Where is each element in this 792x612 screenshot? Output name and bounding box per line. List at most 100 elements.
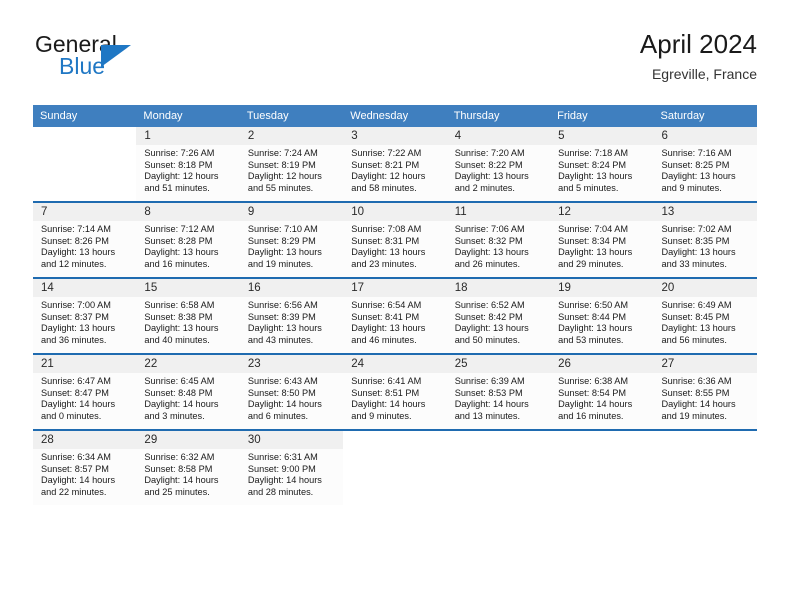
day-info-14: Sunrise: 7:00 AM Sunset: 8:37 PM Dayligh… — [33, 297, 137, 353]
page-header: General Blue April 2024 Egreville, Franc… — [35, 28, 757, 98]
daylight-text-line1: Daylight: 14 hours — [351, 399, 426, 410]
day-info-2: Sunrise: 7:24 AM Sunset: 8:19 PM Dayligh… — [239, 145, 344, 201]
calendar-page: General Blue April 2024 Egreville, Franc… — [0, 0, 792, 612]
daylight-text-line1: Daylight: 13 hours — [558, 323, 633, 334]
daylight-text-line1: Daylight: 14 hours — [144, 399, 219, 410]
day-number-5[interactable]: 5 — [550, 127, 654, 145]
week-3-daynum-row: 14 15 16 17 18 19 20 — [33, 279, 757, 297]
week-2-info-row: Sunrise: 7:14 AM Sunset: 8:26 PM Dayligh… — [33, 221, 757, 277]
day-number-25[interactable]: 25 — [446, 355, 551, 373]
daylight-text-line2: and 58 minutes. — [351, 182, 417, 193]
day-number-22[interactable]: 22 — [136, 355, 240, 373]
day-number-8[interactable]: 8 — [136, 203, 240, 221]
day-number-30[interactable]: 30 — [239, 431, 344, 449]
daylight-text-line1: Daylight: 13 hours — [144, 247, 219, 258]
daylight-text-line1: Daylight: 12 hours — [351, 171, 426, 182]
sunset-text: Sunset: 8:32 PM — [454, 235, 523, 246]
daylight-text-line2: and 25 minutes. — [144, 486, 210, 497]
day-info-9: Sunrise: 7:10 AM Sunset: 8:29 PM Dayligh… — [239, 221, 344, 277]
daylight-text-line2: and 13 minutes. — [454, 410, 521, 421]
day-number-29[interactable]: 29 — [136, 431, 240, 449]
day-info-12: Sunrise: 7:04 AM Sunset: 8:34 PM Dayligh… — [550, 221, 654, 277]
day-info-20: Sunrise: 6:49 AM Sunset: 8:45 PM Dayligh… — [653, 297, 757, 353]
day-number-20[interactable]: 20 — [653, 279, 757, 297]
day-number-14[interactable]: 14 — [33, 279, 137, 297]
day-number-26[interactable]: 26 — [550, 355, 654, 373]
daylight-text-line1: Daylight: 13 hours — [558, 247, 633, 258]
sunrise-text: Sunrise: 6:56 AM — [247, 300, 318, 310]
daylight-text-line2: and 26 minutes. — [454, 258, 521, 269]
day-number-21[interactable]: 21 — [33, 355, 137, 373]
sunrise-text: Sunrise: 7:18 AM — [558, 148, 629, 158]
day-info-28: Sunrise: 6:34 AM Sunset: 8:57 PM Dayligh… — [33, 449, 137, 505]
sunrise-text: Sunrise: 6:54 AM — [351, 300, 422, 310]
sunrise-text: Sunrise: 7:10 AM — [247, 224, 318, 234]
sunset-text: Sunset: 8:53 PM — [454, 387, 523, 398]
day-number-15[interactable]: 15 — [136, 279, 240, 297]
sunrise-text: Sunrise: 7:06 AM — [454, 224, 525, 234]
day-number-23[interactable]: 23 — [239, 355, 344, 373]
calendar-body: 1 2 3 4 5 6 Sunrise: 7:26 AM Sunset: 8:1… — [33, 127, 757, 505]
sunset-text: Sunset: 8:37 PM — [41, 311, 109, 322]
day-cell-empty — [550, 431, 654, 449]
sunset-text: Sunset: 9:00 PM — [247, 463, 316, 474]
day-info-empty — [550, 449, 654, 505]
day-info-4: Sunrise: 7:20 AM Sunset: 8:22 PM Dayligh… — [446, 145, 551, 201]
day-number-9[interactable]: 9 — [239, 203, 344, 221]
day-number-1[interactable]: 1 — [136, 127, 240, 145]
day-info-1: Sunrise: 7:26 AM Sunset: 8:18 PM Dayligh… — [136, 145, 240, 201]
day-number-13[interactable]: 13 — [653, 203, 757, 221]
day-info-26: Sunrise: 6:38 AM Sunset: 8:54 PM Dayligh… — [550, 373, 654, 429]
day-info-25: Sunrise: 6:39 AM Sunset: 8:53 PM Dayligh… — [446, 373, 551, 429]
day-number-28[interactable]: 28 — [33, 431, 137, 449]
day-number-12[interactable]: 12 — [550, 203, 654, 221]
day-info-16: Sunrise: 6:56 AM Sunset: 8:39 PM Dayligh… — [239, 297, 344, 353]
day-info-7: Sunrise: 7:14 AM Sunset: 8:26 PM Dayligh… — [33, 221, 137, 277]
day-number-3[interactable]: 3 — [343, 127, 447, 145]
day-number-19[interactable]: 19 — [550, 279, 654, 297]
week-3-info-row: Sunrise: 7:00 AM Sunset: 8:37 PM Dayligh… — [33, 297, 757, 353]
day-number-6[interactable]: 6 — [653, 127, 757, 145]
day-number-11[interactable]: 11 — [446, 203, 551, 221]
day-number-7[interactable]: 7 — [33, 203, 137, 221]
day-number-17[interactable]: 17 — [343, 279, 447, 297]
day-number-16[interactable]: 16 — [239, 279, 344, 297]
day-number-4[interactable]: 4 — [446, 127, 551, 145]
sunrise-text: Sunrise: 6:47 AM — [41, 376, 111, 386]
daylight-text-line2: and 16 minutes. — [144, 258, 210, 269]
day-number-27[interactable]: 27 — [653, 355, 757, 373]
weekday-header-wednesday: Wednesday — [343, 105, 447, 127]
sunset-text: Sunset: 8:57 PM — [41, 463, 109, 474]
daylight-text-line2: and 22 minutes. — [41, 486, 107, 497]
day-info-13: Sunrise: 7:02 AM Sunset: 8:35 PM Dayligh… — [653, 221, 757, 277]
sunset-text: Sunset: 8:45 PM — [661, 311, 730, 322]
sunset-text: Sunset: 8:51 PM — [351, 387, 420, 398]
sunset-text: Sunset: 8:21 PM — [351, 159, 420, 170]
sunset-text: Sunset: 8:54 PM — [558, 387, 627, 398]
sunrise-text: Sunrise: 6:43 AM — [247, 376, 318, 386]
daylight-text-line1: Daylight: 13 hours — [661, 323, 736, 334]
sunset-text: Sunset: 8:41 PM — [351, 311, 420, 322]
day-number-24[interactable]: 24 — [343, 355, 447, 373]
daylight-text-line1: Daylight: 13 hours — [41, 323, 116, 334]
day-info-21: Sunrise: 6:47 AM Sunset: 8:47 PM Dayligh… — [33, 373, 137, 429]
day-cell-empty — [653, 431, 757, 449]
day-number-10[interactable]: 10 — [343, 203, 447, 221]
daylight-text-line1: Daylight: 13 hours — [351, 247, 426, 258]
sunset-text: Sunset: 8:26 PM — [41, 235, 109, 246]
sunrise-text: Sunrise: 6:31 AM — [247, 452, 318, 462]
sunrise-text: Sunrise: 7:08 AM — [351, 224, 422, 234]
daylight-text-line1: Daylight: 14 hours — [661, 399, 736, 410]
daylight-text-line1: Daylight: 13 hours — [351, 323, 426, 334]
daylight-text-line2: and 9 minutes. — [661, 182, 722, 193]
day-number-2[interactable]: 2 — [239, 127, 344, 145]
sunset-text: Sunset: 8:31 PM — [351, 235, 420, 246]
week-4-info-row: Sunrise: 6:47 AM Sunset: 8:47 PM Dayligh… — [33, 373, 757, 429]
daylight-text-line2: and 56 minutes. — [661, 334, 727, 345]
daylight-text-line1: Daylight: 13 hours — [144, 323, 219, 334]
general-blue-logo[interactable]: General Blue — [35, 32, 155, 90]
sunset-text: Sunset: 8:39 PM — [247, 311, 316, 322]
sunrise-text: Sunrise: 6:50 AM — [558, 300, 629, 310]
day-number-18[interactable]: 18 — [446, 279, 551, 297]
sunset-text: Sunset: 8:18 PM — [144, 159, 213, 170]
